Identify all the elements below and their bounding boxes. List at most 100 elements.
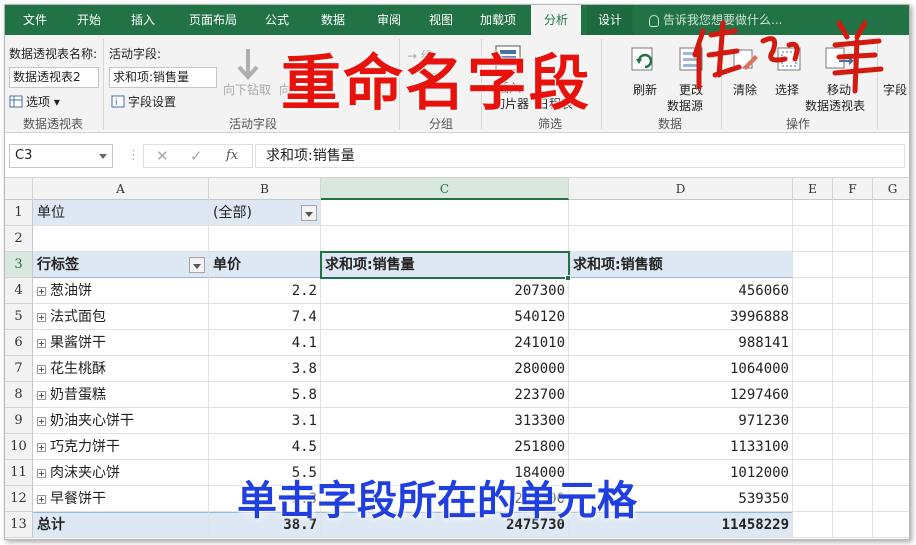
expand-icon[interactable] (37, 312, 46, 322)
qty-value[interactable]: 223700 (321, 382, 569, 408)
qty-sum-header[interactable]: 求和项:销售量 (321, 252, 569, 278)
grid-cell[interactable] (873, 252, 909, 278)
move-pivot-label-2[interactable]: 数据透视表 (805, 97, 865, 114)
grid-cell[interactable] (873, 434, 909, 460)
filter-field-label[interactable]: 单位 (33, 200, 209, 226)
row-header[interactable]: 7 (5, 356, 33, 382)
grid-cell[interactable] (793, 408, 833, 434)
name-box[interactable]: C3 (9, 144, 113, 168)
price-value[interactable]: 5.8 (209, 382, 321, 408)
grid-cell[interactable] (569, 226, 793, 252)
grid-cell[interactable] (833, 460, 873, 486)
grid-cell[interactable] (873, 356, 909, 382)
qty-value[interactable]: 313300 (321, 408, 569, 434)
grid-cell[interactable] (793, 304, 833, 330)
tab-formulas[interactable]: 公式 (255, 5, 299, 35)
tab-page-layout[interactable]: 页面布局 (177, 5, 249, 35)
column-header-a[interactable]: A (33, 178, 209, 200)
grid-cell[interactable] (873, 330, 909, 356)
tab-addins[interactable]: 加载项 (469, 5, 527, 35)
column-header-b[interactable]: B (209, 178, 321, 200)
tab-home[interactable]: 开始 (67, 5, 111, 35)
cancel-icon[interactable]: ✕ (156, 147, 169, 165)
enter-icon[interactable]: ✓ (190, 147, 203, 165)
grid-cell[interactable] (793, 200, 833, 226)
grid-cell[interactable] (873, 278, 909, 304)
row-header[interactable]: 11 (5, 460, 33, 486)
grid-cell[interactable] (793, 226, 833, 252)
row-label-item[interactable]: 早餐饼干 (33, 486, 209, 512)
grid-cell[interactable] (793, 252, 833, 278)
row-label-item[interactable]: 花生桃酥 (33, 356, 209, 382)
row-header[interactable]: 9 (5, 408, 33, 434)
column-header-c[interactable]: C (321, 178, 569, 200)
row-header[interactable]: 2 (5, 226, 33, 252)
grid-cell[interactable] (793, 486, 833, 512)
change-source-label-2[interactable]: 数据源 (667, 97, 703, 114)
fill-handle[interactable] (565, 275, 571, 281)
refresh-button[interactable]: 刷新 (633, 81, 657, 98)
grid-cell[interactable] (833, 252, 873, 278)
field-settings-button[interactable]: i 字段设置 (111, 93, 176, 110)
price-value[interactable]: 4.1 (209, 330, 321, 356)
row-label-item[interactable]: 肉沫夹心饼 (33, 460, 209, 486)
row-header[interactable]: 8 (5, 382, 33, 408)
qty-value[interactable]: 207300 (321, 278, 569, 304)
column-header-f[interactable]: F (833, 178, 873, 200)
grid-cell[interactable] (833, 278, 873, 304)
options-button[interactable]: 选项 ▾ (9, 93, 60, 110)
expand-icon[interactable] (37, 468, 46, 478)
grid-cell[interactable] (873, 408, 909, 434)
active-field-input[interactable]: 求和项:销售量 (109, 67, 217, 88)
row-label-item[interactable]: 葱油饼 (33, 278, 209, 304)
tab-insert[interactable]: 插入 (121, 5, 165, 35)
grid-cell[interactable] (833, 512, 873, 538)
grid-cell[interactable] (833, 486, 873, 512)
grid-cell[interactable] (873, 486, 909, 512)
row-header[interactable]: 12 (5, 486, 33, 512)
grid-cell[interactable] (833, 304, 873, 330)
tab-view[interactable]: 视图 (419, 5, 463, 35)
price-value[interactable]: 3.8 (209, 356, 321, 382)
expand-icon[interactable] (37, 390, 46, 400)
expand-icon[interactable] (37, 494, 46, 504)
grid-cell[interactable] (793, 434, 833, 460)
row-header[interactable]: 13 (5, 512, 33, 538)
amount-value[interactable]: 1297460 (569, 382, 793, 408)
grid-cell[interactable] (33, 226, 209, 252)
row-header[interactable]: 10 (5, 434, 33, 460)
grid-cell[interactable] (833, 226, 873, 252)
row-header[interactable]: 3 (5, 252, 33, 278)
amount-value[interactable]: 971230 (569, 408, 793, 434)
select-all-corner[interactable] (5, 178, 33, 200)
pivot-name-input[interactable]: 数据透视表2 (9, 67, 99, 88)
tab-file[interactable]: 文件 (13, 5, 57, 35)
grid-cell[interactable] (793, 382, 833, 408)
tab-review[interactable]: 审阅 (367, 5, 411, 35)
grid-cell[interactable] (873, 382, 909, 408)
filter-dropdown-button[interactable] (301, 205, 317, 221)
column-header-e[interactable]: E (793, 178, 833, 200)
formula-input[interactable]: 求和项:销售量 (255, 144, 905, 168)
grid-cell[interactable] (321, 226, 569, 252)
row-label-item[interactable]: 果酱饼干 (33, 330, 209, 356)
grid-cell[interactable] (793, 278, 833, 304)
drill-down-button[interactable]: 向下钻取 (223, 81, 271, 98)
row-label-item[interactable]: 奶昔蛋糕 (33, 382, 209, 408)
qty-value[interactable]: 251800 (321, 434, 569, 460)
row-label-item[interactable]: 法式面包 (33, 304, 209, 330)
price-header[interactable]: 单价 (209, 252, 321, 278)
total-label[interactable]: 总计 (33, 512, 209, 538)
grid-cell[interactable] (793, 460, 833, 486)
amount-value[interactable]: 988141 (569, 330, 793, 356)
grid-cell[interactable] (873, 226, 909, 252)
column-header-g[interactable]: G (873, 178, 909, 200)
expand-icon[interactable] (37, 416, 46, 426)
grid-cell[interactable] (873, 460, 909, 486)
grid-cell[interactable] (873, 512, 909, 538)
qty-value[interactable]: 280000 (321, 356, 569, 382)
row-labels-header[interactable]: 行标签 (33, 252, 209, 278)
column-header-d[interactable]: D (569, 178, 793, 200)
grid-cell[interactable] (873, 200, 909, 226)
price-value[interactable]: 4.5 (209, 434, 321, 460)
